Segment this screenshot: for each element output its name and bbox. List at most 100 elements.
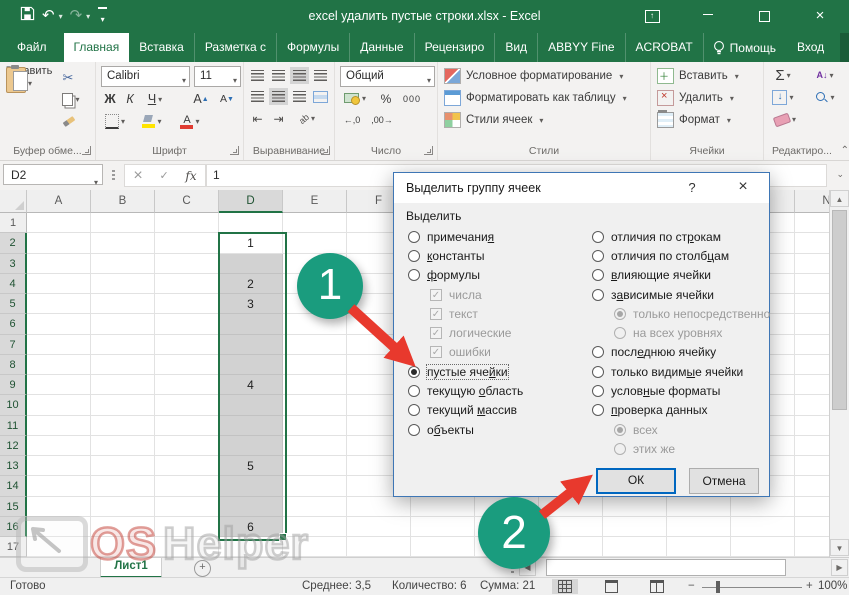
cell[interactable]	[91, 335, 155, 355]
increase-indent-button[interactable]: ⇥	[269, 110, 288, 127]
cell[interactable]	[283, 517, 347, 537]
align-top-button[interactable]	[248, 67, 267, 84]
cell[interactable]	[155, 233, 219, 253]
cell[interactable]	[27, 436, 91, 456]
cell[interactable]	[283, 497, 347, 517]
sign-in-button[interactable]: Вход	[787, 33, 834, 62]
cell[interactable]	[27, 456, 91, 476]
align-right-button[interactable]	[290, 88, 309, 105]
cell[interactable]	[283, 355, 347, 375]
copy-button[interactable]: ▾	[56, 90, 86, 108]
cancel-button[interactable]: Отмена	[689, 468, 759, 494]
cell[interactable]	[283, 375, 347, 395]
collapse-ribbon-icon[interactable]: ⌃	[841, 145, 849, 156]
dialog-option[interactable]: текущий массив	[408, 401, 586, 420]
cell[interactable]	[155, 274, 219, 294]
cell[interactable]	[155, 517, 219, 537]
cell[interactable]	[91, 213, 155, 233]
sort-filter-button[interactable]: А↓▾	[808, 67, 842, 84]
cell[interactable]	[91, 456, 155, 476]
row-header-6[interactable]: 6	[0, 314, 27, 334]
cell[interactable]	[795, 537, 829, 557]
cell[interactable]	[219, 537, 283, 557]
ribbon-tab-1[interactable]: Главная	[64, 33, 130, 62]
dialog-close-button[interactable]: ×	[727, 173, 759, 203]
cell[interactable]	[795, 233, 829, 253]
accounting-format-button[interactable]: ▾	[340, 90, 370, 107]
column-header-E[interactable]: E	[283, 190, 347, 213]
minimize-button[interactable]	[696, 5, 720, 27]
row-header-4[interactable]: 4	[0, 274, 27, 294]
cell[interactable]	[155, 213, 219, 233]
find-select-button[interactable]: ▾	[808, 89, 842, 106]
page-layout-view-button[interactable]	[598, 579, 624, 594]
align-middle-button[interactable]	[269, 67, 288, 84]
scroll-up-button[interactable]: ▲	[830, 190, 849, 207]
clear-button[interactable]: ▾	[768, 111, 802, 128]
merge-center-button[interactable]	[311, 88, 330, 105]
cell[interactable]	[219, 476, 283, 496]
grow-font-button[interactable]: A▲	[190, 90, 212, 108]
ribbon-tab-8[interactable]: ABBYY Fine	[538, 33, 625, 62]
increase-decimal-button[interactable]: ←,0	[340, 111, 364, 128]
column-header-B[interactable]: B	[91, 190, 155, 213]
number-format-select[interactable]: Общий▾	[340, 66, 435, 87]
bold-button[interactable]: Ж	[102, 90, 118, 108]
row-header-1[interactable]: 1	[0, 213, 27, 233]
cell[interactable]	[91, 537, 155, 557]
cell[interactable]	[91, 375, 155, 395]
ribbon-tab-6[interactable]: Рецензиро	[415, 33, 496, 62]
cell[interactable]	[347, 497, 411, 517]
cell[interactable]	[155, 254, 219, 274]
align-left-button[interactable]	[248, 88, 267, 105]
column-header-C[interactable]: C	[155, 190, 219, 213]
cell[interactable]	[795, 517, 829, 537]
sheet-tab-active[interactable]: Лист1	[100, 558, 162, 578]
cell[interactable]	[731, 517, 795, 537]
cell[interactable]	[155, 436, 219, 456]
row-header-14[interactable]: 14	[0, 476, 27, 496]
fill-button[interactable]: ↓▾	[768, 89, 798, 106]
row-header-15[interactable]: 15	[0, 497, 27, 517]
cell[interactable]	[795, 436, 829, 456]
cell[interactable]	[219, 497, 283, 517]
cell[interactable]	[539, 497, 603, 517]
row-header-17[interactable]: 17	[0, 537, 27, 557]
cell[interactable]	[219, 436, 283, 456]
italic-button[interactable]: К	[122, 90, 138, 108]
scroll-right-button[interactable]: ▶	[831, 559, 848, 576]
dialog-option[interactable]: текущую область	[408, 381, 586, 400]
cell[interactable]	[283, 537, 347, 557]
cell-styles-button[interactable]: Стили ячеек▾	[444, 110, 543, 130]
cell[interactable]	[219, 213, 283, 233]
borders-button[interactable]: ▾	[102, 112, 128, 130]
cell[interactable]	[155, 416, 219, 436]
row-header-8[interactable]: 8	[0, 355, 27, 375]
cell[interactable]	[603, 497, 667, 517]
cell[interactable]	[155, 476, 219, 496]
name-box[interactable]: D2▾	[3, 164, 103, 185]
comma-style-button[interactable]: 000	[397, 90, 427, 107]
dialog-option[interactable]: примечания	[408, 227, 586, 246]
ribbon-tab-7[interactable]: Вид	[495, 33, 538, 62]
dialog-option[interactable]: последнюю ячейку	[592, 343, 764, 362]
cell[interactable]	[219, 335, 283, 355]
row-header-9[interactable]: 9	[0, 375, 27, 395]
dialog-option[interactable]: отличия по столбцам	[592, 246, 764, 265]
cell[interactable]	[795, 476, 829, 496]
cell[interactable]	[91, 497, 155, 517]
row-header-12[interactable]: 12	[0, 436, 27, 456]
wrap-text-button[interactable]	[311, 67, 330, 84]
cell[interactable]	[27, 375, 91, 395]
cell[interactable]	[27, 213, 91, 233]
cell[interactable]	[603, 537, 667, 557]
cell[interactable]	[91, 476, 155, 496]
format-cells-button[interactable]: Формат▾	[657, 110, 731, 130]
cell[interactable]	[219, 355, 283, 375]
cell[interactable]	[27, 416, 91, 436]
close-button[interactable]: ×	[808, 5, 832, 27]
cell[interactable]	[347, 517, 411, 537]
insert-cells-button[interactable]: Вставить▾	[657, 66, 739, 86]
cell[interactable]	[411, 537, 475, 557]
format-as-table-button[interactable]: Форматировать как таблицу▾	[444, 88, 627, 108]
